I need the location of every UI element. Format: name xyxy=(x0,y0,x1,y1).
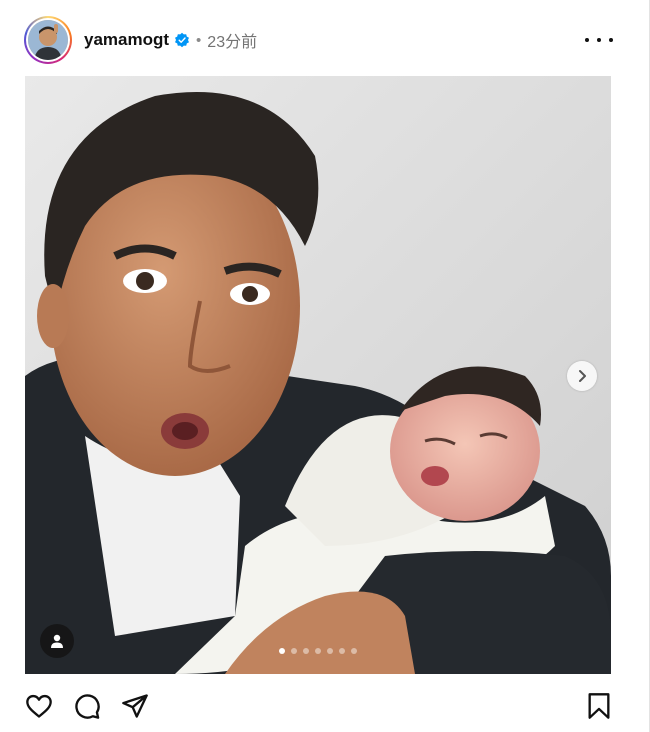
share-icon xyxy=(122,694,148,718)
carousel-dot xyxy=(315,648,321,654)
post-photo xyxy=(25,76,611,674)
instagram-post: yamamogt • 23分前 xyxy=(0,0,650,732)
carousel-dot xyxy=(327,648,333,654)
post-timestamp[interactable]: 23分前 xyxy=(207,28,257,52)
comment-icon xyxy=(75,694,100,719)
post-header: yamamogt • 23分前 xyxy=(24,14,613,66)
story-ring[interactable] xyxy=(24,16,72,64)
bookmark-icon xyxy=(588,693,610,719)
chevron-right-icon xyxy=(579,370,586,382)
share-button[interactable] xyxy=(120,691,150,721)
carousel-dot xyxy=(351,648,357,654)
avatar xyxy=(28,20,68,60)
save-button[interactable] xyxy=(584,691,614,721)
carousel-dot xyxy=(279,648,285,654)
username-link[interactable]: yamamogt xyxy=(84,30,169,50)
like-button[interactable] xyxy=(24,691,54,721)
comment-button[interactable] xyxy=(72,691,102,721)
verified-badge-icon xyxy=(175,32,190,48)
carousel-next-button[interactable] xyxy=(567,361,597,391)
separator-dot: • xyxy=(196,31,202,49)
carousel-dot xyxy=(303,648,309,654)
carousel-dot xyxy=(291,648,297,654)
post-image-carousel[interactable] xyxy=(25,76,611,674)
user-tag-icon xyxy=(51,634,63,648)
more-options-icon[interactable] xyxy=(585,30,613,50)
post-actions xyxy=(24,686,614,726)
carousel-indicator xyxy=(25,648,611,654)
carousel-dot xyxy=(339,648,345,654)
heart-icon xyxy=(26,694,52,718)
